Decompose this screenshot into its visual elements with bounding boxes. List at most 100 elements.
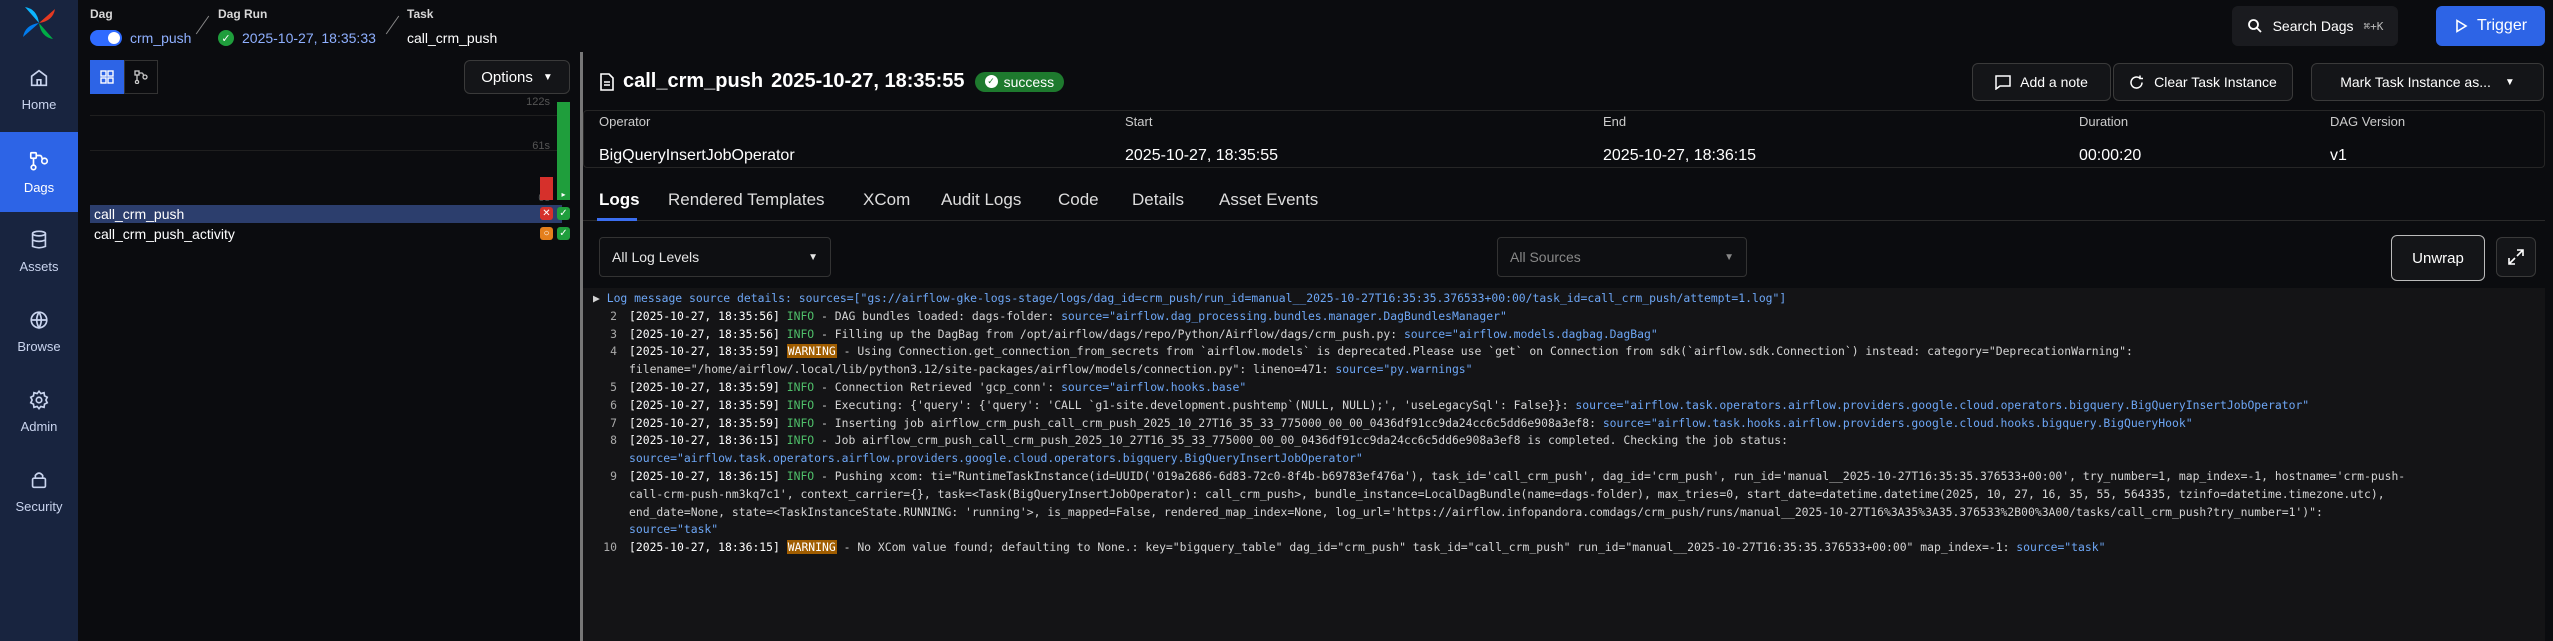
- unwrap-button[interactable]: Unwrap: [2391, 235, 2485, 281]
- log-level-select[interactable]: All Log Levels ▼: [599, 237, 831, 277]
- task-instance-title: call_crm_push 2025-10-27, 18:35:55 ✓ succ…: [599, 70, 1065, 93]
- tabs-divider: [583, 220, 2545, 221]
- log-source: source="task": [629, 522, 719, 537]
- expand-arrow-icon: ▶: [593, 291, 607, 305]
- search-dags-label: Search Dags: [2272, 18, 2354, 34]
- log-source: source="airflow.task.hooks.airflow.provi…: [1602, 415, 2193, 430]
- meta-value: 2025-10-27, 18:36:15: [1603, 147, 1757, 164]
- tab-details[interactable]: Details: [1132, 190, 1184, 210]
- dag-label: Dag: [90, 7, 113, 21]
- log-message: - Executing: {'query': {'query': 'CALL `…: [814, 397, 1576, 412]
- meta-value: BigQueryInsertJobOperator: [599, 147, 795, 164]
- nav-dags[interactable]: Dags: [0, 132, 78, 212]
- dag-pause-toggle[interactable]: [90, 30, 122, 46]
- log-line: 6 [2025-10-27, 18:35:59] INFO - Executing…: [583, 397, 2309, 415]
- nav-assets[interactable]: Assets: [0, 212, 78, 290]
- nav-home-label: Home: [21, 96, 57, 112]
- log-source: source="task": [2016, 540, 2106, 555]
- dagrun-duration-bar-failed[interactable]: [540, 177, 553, 200]
- tab-logs[interactable]: Logs: [599, 190, 640, 210]
- nav-security[interactable]: Security: [0, 452, 78, 530]
- log-level: INFO: [786, 433, 815, 448]
- top-header: Dag crm_push Dag Run ✓ 2025-10-27, 18:35…: [78, 0, 2553, 52]
- play-icon: [2456, 19, 2468, 33]
- nav-browse[interactable]: Browse: [0, 292, 78, 370]
- check-icon: ✓: [984, 75, 998, 88]
- success-check-icon: ✓: [218, 30, 234, 46]
- log-level: INFO: [786, 397, 815, 412]
- state-label: success: [1003, 73, 1055, 90]
- dag-link[interactable]: crm_push: [130, 30, 191, 46]
- expand-icon: [2508, 249, 2524, 265]
- breadcrumb-separator: [385, 15, 400, 35]
- success-icon[interactable]: ✓: [557, 227, 570, 240]
- nav-admin[interactable]: Admin: [0, 372, 78, 450]
- success-icon[interactable]: ✓: [557, 207, 570, 220]
- log-level: INFO: [786, 326, 815, 341]
- mark-label: Mark Task Instance as...: [2340, 74, 2491, 90]
- log-line: 10 [2025-10-27, 18:36:15] WARNING - No XC…: [583, 539, 2105, 557]
- log-message: - DAG bundles loaded: dags-folder:: [814, 308, 1062, 323]
- airflow-logo[interactable]: [19, 3, 59, 43]
- log-timestamp: [2025-10-27, 18:36:15]: [629, 540, 780, 555]
- task-row-call-crm-push-activity[interactable]: call_crm_push_activity: [90, 225, 562, 243]
- log-line: 5 [2025-10-27, 18:35:59] INFO - Connectio…: [583, 379, 1246, 397]
- search-dags-button[interactable]: Search Dags ⌘+K: [2232, 6, 2398, 46]
- task-instance-panel: call_crm_push 2025-10-27, 18:35:55 ✓ succ…: [583, 52, 2553, 641]
- log-source: source="airflow.task.operators.airflow.p…: [629, 451, 1363, 466]
- meta-label: Duration: [2079, 114, 2129, 129]
- log-line-number: 4: [610, 344, 617, 359]
- add-note-button[interactable]: Add a note: [1972, 63, 2111, 101]
- log-line: 7 [2025-10-27, 18:35:59] INFO - Inserting…: [583, 415, 2193, 433]
- clear-task-instance-button[interactable]: Clear Task Instance: [2113, 63, 2293, 101]
- task-breadcrumb: Task call_crm_push: [407, 7, 497, 46]
- task-row-call-crm-push[interactable]: call_crm_push: [90, 205, 562, 223]
- log-message: end_date=None, state=<TaskInstanceState.…: [629, 504, 2323, 519]
- dagrun-bar-selected[interactable]: ▸: [557, 190, 570, 200]
- tab-rendered-templates[interactable]: Rendered Templates: [668, 190, 825, 210]
- log-timestamp: [2025-10-27, 18:36:15]: [629, 469, 780, 483]
- unwrap-label: Unwrap: [2412, 249, 2464, 267]
- failed-icon[interactable]: ✕: [540, 207, 553, 220]
- upstream-failed-icon[interactable]: ○: [540, 227, 553, 240]
- log-source-details: Log message source details: sources=["gs…: [606, 291, 1787, 305]
- task-value[interactable]: call_crm_push: [407, 30, 497, 46]
- log-message: call-crm-push-nm3kq7c1', context_carrier…: [629, 486, 2385, 501]
- log-level: WARNING: [786, 540, 837, 555]
- log-source: source="airflow.dag_processing.bundles.m…: [1061, 308, 1507, 323]
- breadcrumb-separator: [195, 15, 210, 35]
- tab-code[interactable]: Code: [1058, 190, 1099, 210]
- log-line: call-crm-push-nm3kq7c1', context_carrier…: [583, 486, 2385, 504]
- task-name: call_crm_push_activity: [94, 226, 235, 242]
- grid-view-button[interactable]: [90, 60, 124, 94]
- clear-label: Clear Task Instance: [2154, 74, 2277, 90]
- log-timestamp: [2025-10-27, 18:35:59]: [629, 344, 780, 359]
- nav-dags-label: Dags: [23, 179, 55, 195]
- active-tab-indicator: [597, 218, 637, 221]
- grid-tick-max: 122s: [526, 96, 550, 108]
- search-icon: [2247, 19, 2262, 33]
- log-line: end_date=None, state=<TaskInstanceState.…: [583, 504, 2323, 522]
- log-line: 3 [2025-10-27, 18:35:56] INFO - Filling u…: [583, 326, 1658, 344]
- chevron-down-icon: ▼: [542, 71, 553, 83]
- dags-icon: [29, 151, 49, 171]
- log-message: filename="/home/airflow/.local/lib/pytho…: [629, 362, 1336, 377]
- meta-value: 00:00:20: [2079, 147, 2142, 164]
- meta-dag-version: DAG Version v1: [2330, 102, 2540, 212]
- log-line: 9 [2025-10-27, 18:36:15] INFO - Pushing x…: [583, 468, 2405, 486]
- trigger-button[interactable]: Trigger: [2436, 6, 2545, 46]
- dagrun-link[interactable]: 2025-10-27, 18:35:33: [242, 30, 376, 46]
- fullscreen-button[interactable]: [2496, 237, 2536, 277]
- nav-home[interactable]: Home: [0, 50, 78, 128]
- graph-view-button[interactable]: [124, 60, 158, 94]
- log-source-select[interactable]: All Sources ▼: [1497, 237, 1747, 277]
- dagrun-duration-bar[interactable]: [557, 102, 570, 200]
- options-button[interactable]: Options ▼: [464, 60, 570, 94]
- log-viewer[interactable]: ▶ Log message source details: sources=["…: [583, 288, 2545, 641]
- task-instance-date: 2025-10-27, 18:35:55: [771, 70, 965, 92]
- mark-task-instance-as-button[interactable]: Mark Task Instance as... ▼: [2311, 63, 2544, 101]
- note-icon: [1995, 74, 2011, 90]
- tab-xcom[interactable]: XCom: [863, 190, 910, 210]
- tab-asset-events[interactable]: Asset Events: [1219, 190, 1318, 210]
- tab-audit-logs[interactable]: Audit Logs: [941, 190, 1021, 210]
